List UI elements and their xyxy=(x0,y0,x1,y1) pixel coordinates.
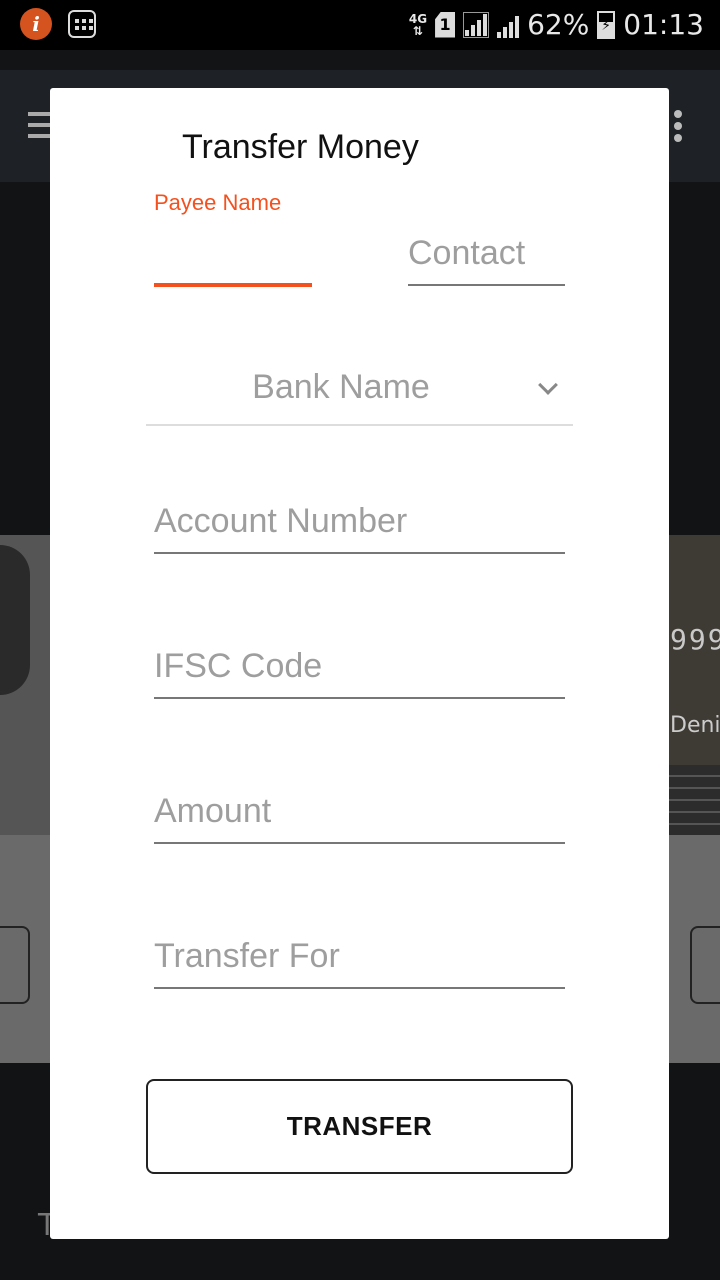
bank-name-placeholder: Bank Name xyxy=(252,368,430,406)
signal-icon xyxy=(463,11,490,38)
battery-charging-icon: ⚡ xyxy=(597,10,616,39)
payee-name-label: Payee Name xyxy=(154,190,282,215)
calculator-icon xyxy=(68,10,96,38)
sim-icon: 1 xyxy=(435,11,456,38)
product-image-right[interactable]: 999 Denin xyxy=(668,535,720,835)
bank-name-select[interactable]: Bank Name xyxy=(146,356,573,426)
transfer-for-field[interactable]: Transfer For xyxy=(154,937,565,989)
transfer-money-dialog: Transfer Money Payee Name Contact Bank N… xyxy=(50,88,669,1239)
chevron-down-icon xyxy=(538,375,558,395)
amount-field[interactable]: Amount xyxy=(154,792,565,844)
status-bar: i 4G ⇅ 1 62% ⚡ 01:13 xyxy=(0,0,720,50)
network-type: 4G ⇅ xyxy=(408,11,428,38)
battery-percent: 62% xyxy=(527,8,590,41)
status-bar-left: i xyxy=(20,8,96,40)
dialog-title: Transfer Money xyxy=(182,128,419,166)
signal-icon xyxy=(497,12,520,38)
ifsc-code-field[interactable]: IFSC Code xyxy=(154,647,565,699)
product-button-right[interactable] xyxy=(690,926,720,1004)
overflow-menu-icon[interactable] xyxy=(674,110,682,146)
transfer-button[interactable]: TRANSFER xyxy=(146,1079,573,1174)
contact-field[interactable]: Contact xyxy=(408,234,565,286)
clock: 01:13 xyxy=(623,8,704,41)
app-brand-icon: i xyxy=(20,8,52,40)
account-number-field[interactable]: Account Number xyxy=(154,502,565,554)
payee-name-input[interactable] xyxy=(154,283,312,287)
product-button-left[interactable] xyxy=(0,926,30,1004)
status-bar-right: 4G ⇅ 1 62% ⚡ 01:13 xyxy=(409,8,704,41)
product-image-left[interactable] xyxy=(0,535,50,835)
